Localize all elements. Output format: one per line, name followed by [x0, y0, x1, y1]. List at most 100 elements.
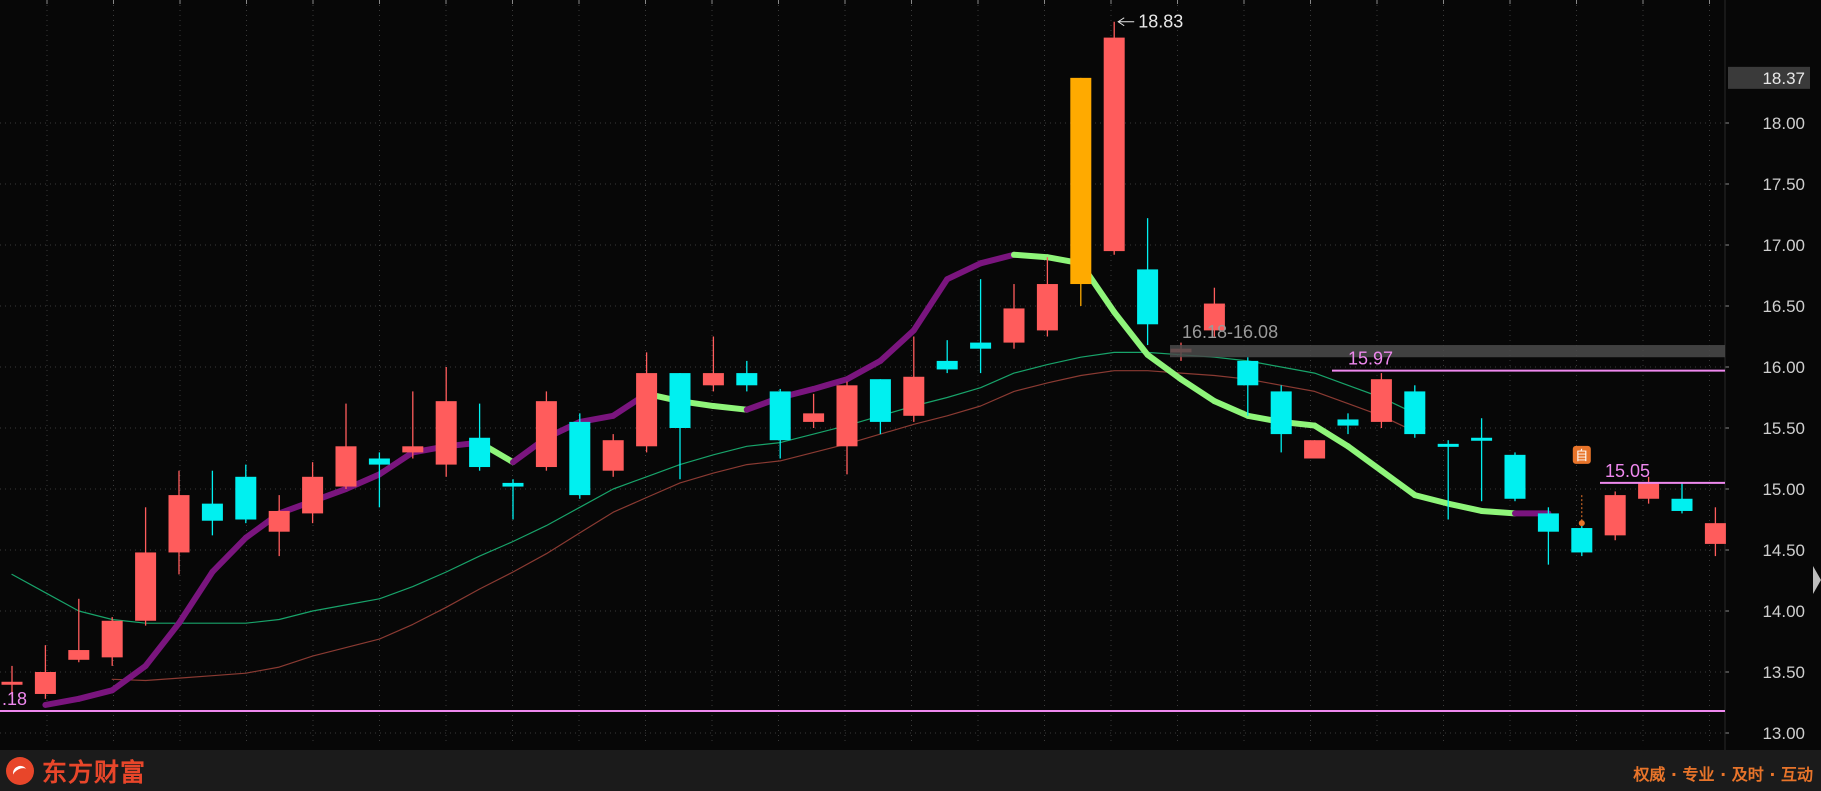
candle-body	[1070, 77, 1092, 285]
candle-body	[1504, 454, 1526, 499]
ma-short-segment	[1178, 376, 1218, 405]
candle-body	[168, 495, 190, 553]
ma-short-segment	[1478, 507, 1518, 517]
candle-body	[1137, 269, 1159, 325]
y-tick-label: 13.00	[1762, 724, 1805, 743]
ma-short-segment	[1345, 443, 1385, 474]
candle-body	[235, 476, 257, 520]
ma-short-segment	[75, 687, 116, 702]
ma-short-segment	[844, 357, 884, 383]
candle-body	[68, 650, 90, 660]
candle-body	[535, 401, 557, 468]
y-tick-label: 17.00	[1762, 236, 1805, 255]
candle-body	[135, 552, 157, 621]
candle-body	[502, 482, 524, 487]
ma-short-segment	[977, 251, 1017, 267]
marker-dot	[1578, 520, 1585, 527]
candle-body	[1571, 528, 1593, 553]
candle-body	[435, 401, 457, 465]
candle-body	[903, 376, 925, 416]
ma-short-segment	[176, 568, 216, 627]
grid-lines	[0, 0, 1729, 750]
candle-body	[636, 373, 658, 447]
level-label: .18	[2, 689, 27, 709]
candle-body	[1036, 284, 1058, 331]
y-tick-label: 16.00	[1762, 358, 1805, 377]
ma-short-segment	[1445, 500, 1485, 514]
current-price-label: 18.37	[1762, 69, 1805, 88]
candle-body	[569, 421, 591, 496]
candle-body	[469, 437, 491, 468]
y-tick-label: 14.50	[1762, 541, 1805, 560]
candle-body	[1337, 419, 1359, 426]
ma-short-segment	[42, 695, 82, 708]
ma-short-segment	[109, 662, 149, 694]
candle-body	[1003, 308, 1025, 343]
candle-body	[1437, 443, 1459, 447]
y-tick-label: 18.00	[1762, 114, 1805, 133]
brand-name: 东方财富	[42, 758, 147, 787]
candle-body	[101, 620, 123, 658]
y-tick-label: 15.50	[1762, 419, 1805, 438]
candle-body	[769, 391, 791, 441]
ma-short-segment	[944, 260, 984, 283]
level-label: 15.97	[1348, 349, 1393, 369]
peak-label: 18.83	[1138, 12, 1183, 32]
candle-body	[803, 413, 825, 422]
ma-short-segment	[142, 620, 182, 669]
candle-body	[1237, 360, 1259, 386]
candle-body	[302, 476, 324, 514]
candle-body	[1471, 437, 1493, 441]
candle-body	[1103, 37, 1125, 252]
y-tick-label: 13.50	[1762, 663, 1805, 682]
candle-body	[970, 342, 992, 349]
overlays: 16.18-16.08 .18 15.97 15.05 18.83 自	[0, 12, 1725, 713]
kline-chart[interactable]: 16.18-16.08 .18 15.97 15.05 18.83 自 13.00 13.5…	[0, 0, 1821, 750]
candle-body	[34, 672, 56, 694]
candle-body	[869, 379, 891, 422]
ma-short-segment	[209, 534, 249, 575]
candle-body	[736, 373, 758, 386]
ma-short-segment	[576, 412, 617, 425]
brand: 东方财富	[6, 756, 147, 787]
candle-body	[1304, 440, 1326, 459]
candle-body	[1537, 513, 1559, 532]
candle-body	[669, 373, 691, 428]
y-tick-label: 14.00	[1762, 602, 1805, 621]
resistance-zone	[1170, 345, 1725, 358]
ma-short-thin	[44, 254, 1549, 706]
candle-body	[936, 360, 958, 370]
level-label: 15.05	[1605, 461, 1650, 481]
zone-label: 16.18-16.08	[1182, 322, 1278, 342]
y-tick-label: 16.50	[1762, 297, 1805, 316]
expand-arrow-icon[interactable]	[1813, 566, 1821, 594]
candle-body	[836, 385, 858, 447]
candle-body	[1370, 379, 1392, 422]
price-axis: 13.00 13.50 14.00 14.50 15.00 15.50 16.00 16.50…	[1728, 66, 1810, 743]
footer-bar: 东方财富 权威 · 专业 · 及时 · 互动	[0, 750, 1821, 791]
candle-body	[1, 681, 23, 685]
eastmoney-logo-icon	[6, 757, 34, 785]
candle-body	[1638, 482, 1660, 499]
y-tick-label: 15.00	[1762, 480, 1805, 499]
ma-long-line	[111, 370, 1416, 682]
candle-body	[368, 458, 390, 465]
marker-label: 自	[1575, 449, 1588, 464]
candle-body	[602, 440, 624, 471]
y-tick-label: 17.50	[1762, 175, 1805, 194]
candle-body	[1671, 498, 1693, 511]
candle-body	[1704, 523, 1726, 544]
ma-short-segment	[910, 276, 951, 334]
candle-body	[201, 503, 223, 521]
ma-short-segment	[1211, 398, 1251, 419]
ma-short-segment	[1411, 492, 1452, 507]
candle-body	[1270, 391, 1292, 435]
ma-short-segment	[877, 327, 917, 364]
candle-body	[335, 446, 357, 487]
candle-body	[1404, 391, 1426, 435]
candle-body	[402, 446, 424, 453]
candle-body	[268, 510, 290, 532]
candle-body	[702, 373, 724, 386]
ma-short-segment	[710, 403, 750, 413]
ma-short-segment	[1011, 251, 1051, 261]
